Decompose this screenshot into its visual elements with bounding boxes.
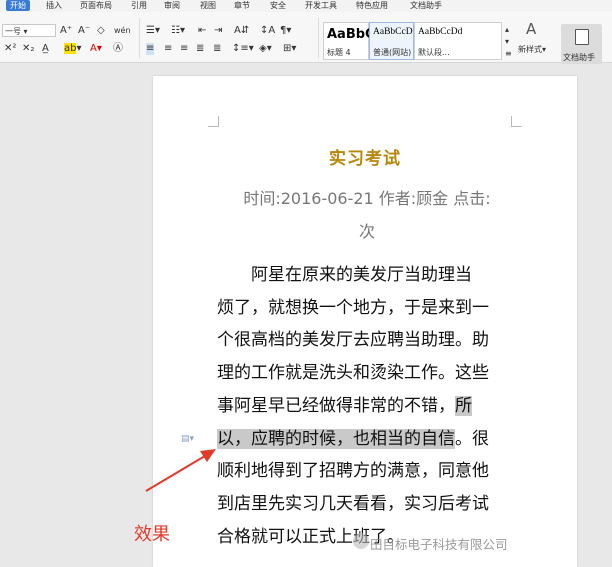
watermark: 田目标电子科技有限公司 xyxy=(370,537,508,552)
annotation-arrow xyxy=(145,449,216,492)
effect-label: 效果 xyxy=(134,524,170,545)
watermark-logo xyxy=(353,533,369,549)
